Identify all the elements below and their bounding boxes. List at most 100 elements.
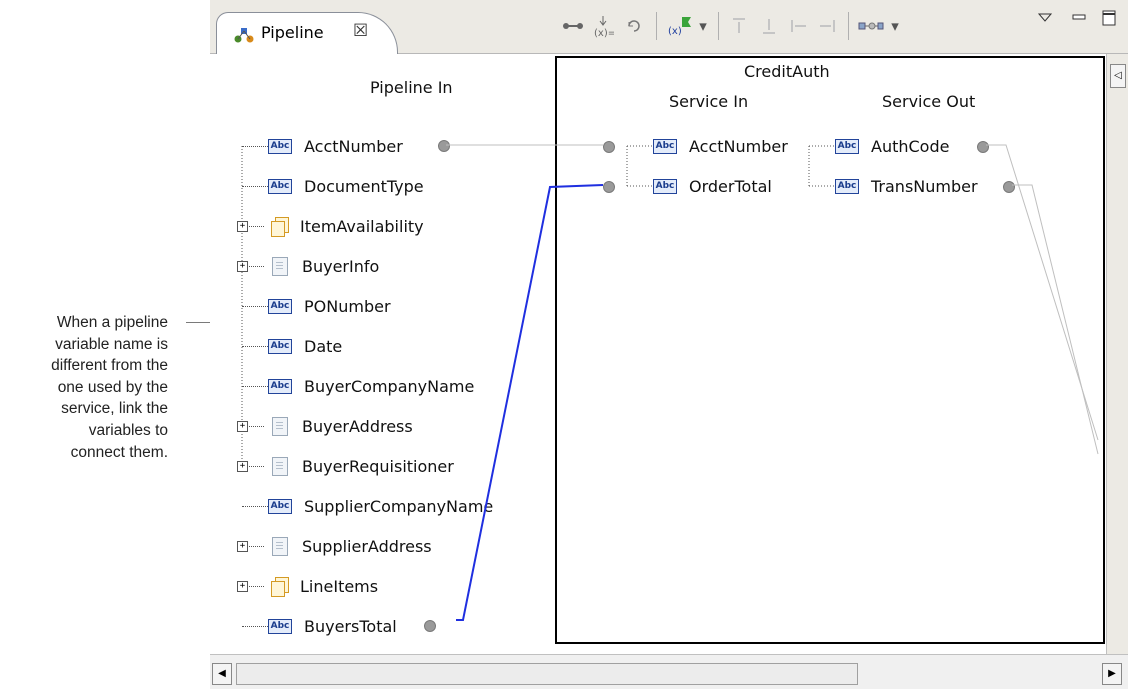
set-value-icon[interactable]: (x) bbox=[666, 14, 694, 38]
minimize-icon[interactable] bbox=[1070, 6, 1088, 30]
expand-toggle-icon[interactable]: + bbox=[237, 581, 248, 592]
pipeline-in-item[interactable]: BuyerRequisitioner bbox=[268, 455, 454, 477]
tree-connector bbox=[242, 186, 268, 187]
callout-line-5: service, link the bbox=[61, 400, 168, 418]
variable-assign-icon[interactable]: (x)= bbox=[590, 14, 616, 38]
pipeline-in-item[interactable]: LineItems bbox=[268, 575, 378, 597]
shift-right-icon[interactable] bbox=[816, 14, 838, 38]
pipeline-in-item[interactable]: Abc Date bbox=[268, 335, 342, 357]
scroll-right-button[interactable]: ▶ bbox=[1102, 663, 1122, 685]
scroll-thumb[interactable] bbox=[236, 663, 858, 685]
service-out-port[interactable] bbox=[1003, 181, 1015, 193]
callout-line-2: variable name is bbox=[55, 335, 168, 353]
callout-line-6: variables to bbox=[88, 421, 168, 439]
string-icon: Abc bbox=[268, 378, 292, 394]
tree-connector bbox=[242, 306, 268, 307]
service-out-port[interactable] bbox=[977, 141, 989, 153]
pipeline-in-label: DocumentType bbox=[304, 176, 424, 196]
pipeline-in-panel: Pipeline In Abc AcctNumber Abc DocumentType… bbox=[210, 54, 554, 654]
service-in-item[interactable]: Abc AcctNumber bbox=[653, 135, 788, 157]
tree-connector bbox=[242, 346, 268, 347]
document-icon bbox=[272, 456, 288, 476]
string-icon: Abc bbox=[268, 298, 292, 314]
drop-icon[interactable] bbox=[622, 14, 646, 38]
close-icon[interactable]: ☒ bbox=[353, 21, 368, 41]
service-in-item[interactable]: Abc OrderTotal bbox=[653, 175, 772, 197]
document-list-icon bbox=[270, 576, 289, 597]
view-menu-icon[interactable] bbox=[1036, 6, 1054, 30]
expand-toggle-icon[interactable]: + bbox=[237, 461, 248, 472]
toolbar-separator bbox=[718, 12, 719, 40]
link-icon[interactable] bbox=[560, 14, 586, 38]
svg-text:(x): (x) bbox=[668, 26, 682, 37]
pipeline-in-label: AcctNumber bbox=[304, 136, 403, 156]
service-in-port[interactable] bbox=[603, 181, 615, 193]
pipeline-in-label: BuyerRequisitioner bbox=[302, 456, 454, 476]
toolbar-separator bbox=[656, 12, 657, 40]
service-in-label: AcctNumber bbox=[689, 136, 788, 156]
expand-toggle-icon[interactable]: + bbox=[237, 541, 248, 552]
horizontal-scrollbar[interactable]: ◀ ▶ bbox=[210, 654, 1128, 689]
tab-label: Pipeline bbox=[261, 23, 324, 42]
pipeline-editor-window: Pipeline ☒ (x)= (x) ▾ ▾ Pipeline In Abc … bbox=[210, 0, 1128, 689]
pipeline-in-item[interactable]: BuyerInfo bbox=[268, 255, 379, 277]
service-in-port[interactable] bbox=[603, 141, 615, 153]
string-icon: Abc bbox=[835, 178, 859, 194]
string-icon: Abc bbox=[268, 138, 292, 154]
collapse-panel-button[interactable]: ◁ bbox=[1110, 64, 1126, 88]
tree-connector bbox=[242, 626, 268, 627]
document-icon bbox=[272, 256, 288, 276]
move-down-icon[interactable] bbox=[758, 14, 780, 38]
pipeline-in-label: LineItems bbox=[300, 576, 379, 596]
pipeline-in-port[interactable] bbox=[438, 140, 450, 152]
pipeline-in-item[interactable]: Abc BuyerCompanyName bbox=[268, 375, 474, 397]
pipeline-in-item[interactable]: Abc BuyersTotal bbox=[268, 615, 397, 637]
pipeline-icon bbox=[233, 25, 255, 49]
callout-line-1: When a pipeline bbox=[56, 314, 168, 331]
expand-toggle-icon[interactable]: + bbox=[237, 221, 248, 232]
pipeline-in-port[interactable] bbox=[424, 620, 436, 632]
callout-line-4: one used by the bbox=[57, 378, 168, 396]
scroll-left-button[interactable]: ◀ bbox=[212, 663, 232, 685]
vertical-scrollbar[interactable]: ◁ bbox=[1106, 54, 1128, 654]
pipeline-in-item[interactable]: SupplierAddress bbox=[268, 535, 432, 557]
string-icon: Abc bbox=[268, 498, 292, 514]
service-out-item[interactable]: Abc AuthCode bbox=[835, 135, 949, 157]
pipeline-in-item[interactable]: BuyerAddress bbox=[268, 415, 413, 437]
expand-toggle-icon[interactable]: + bbox=[237, 261, 248, 272]
document-icon bbox=[272, 416, 288, 436]
pipeline-in-label: BuyersTotal bbox=[304, 616, 397, 636]
service-out-item[interactable]: Abc TransNumber bbox=[835, 175, 978, 197]
string-icon: Abc bbox=[835, 138, 859, 154]
expand-toggle-icon[interactable]: + bbox=[237, 421, 248, 432]
pipeline-in-item[interactable]: ItemAvailability bbox=[268, 215, 424, 237]
pipeline-in-item[interactable]: Abc PONumber bbox=[268, 295, 391, 317]
dropdown-icon[interactable]: ▾ bbox=[696, 14, 710, 38]
pipeline-in-label: SupplierAddress bbox=[302, 536, 432, 556]
editor-title-bar: Pipeline ☒ (x)= (x) ▾ ▾ bbox=[210, 0, 1128, 54]
pipeline-in-item[interactable]: Abc DocumentType bbox=[268, 175, 424, 197]
pipeline-in-label: Date bbox=[304, 336, 343, 356]
callout-line-7: connect them. bbox=[70, 443, 168, 461]
service-tree-lines bbox=[626, 145, 835, 187]
maximize-icon[interactable] bbox=[1100, 6, 1118, 30]
document-icon bbox=[272, 536, 288, 556]
service-out-label: AuthCode bbox=[871, 136, 950, 156]
tab-pipeline[interactable]: Pipeline ☒ bbox=[216, 12, 398, 54]
pipeline-in-label: ItemAvailability bbox=[300, 216, 424, 236]
pipeline-canvas: Pipeline In Abc AcctNumber Abc DocumentType… bbox=[210, 54, 1128, 654]
tree-connector bbox=[242, 506, 268, 507]
pipeline-in-label: BuyerInfo bbox=[302, 256, 380, 276]
move-up-icon[interactable] bbox=[728, 14, 750, 38]
pipeline-in-label: BuyerCompanyName bbox=[304, 376, 475, 396]
dropdown-icon[interactable]: ▾ bbox=[888, 14, 902, 38]
callout-line-3: different from the bbox=[51, 357, 168, 375]
svg-text:(x)=: (x)= bbox=[594, 28, 614, 38]
tree-connector bbox=[242, 146, 268, 147]
pipeline-in-item[interactable]: Abc SupplierCompanyName bbox=[268, 495, 493, 517]
string-icon: Abc bbox=[268, 618, 292, 634]
pipeline-in-item[interactable]: Abc AcctNumber bbox=[268, 135, 403, 157]
view-layout-icon[interactable] bbox=[856, 14, 886, 38]
shift-left-icon[interactable] bbox=[788, 14, 810, 38]
string-icon: Abc bbox=[268, 178, 292, 194]
